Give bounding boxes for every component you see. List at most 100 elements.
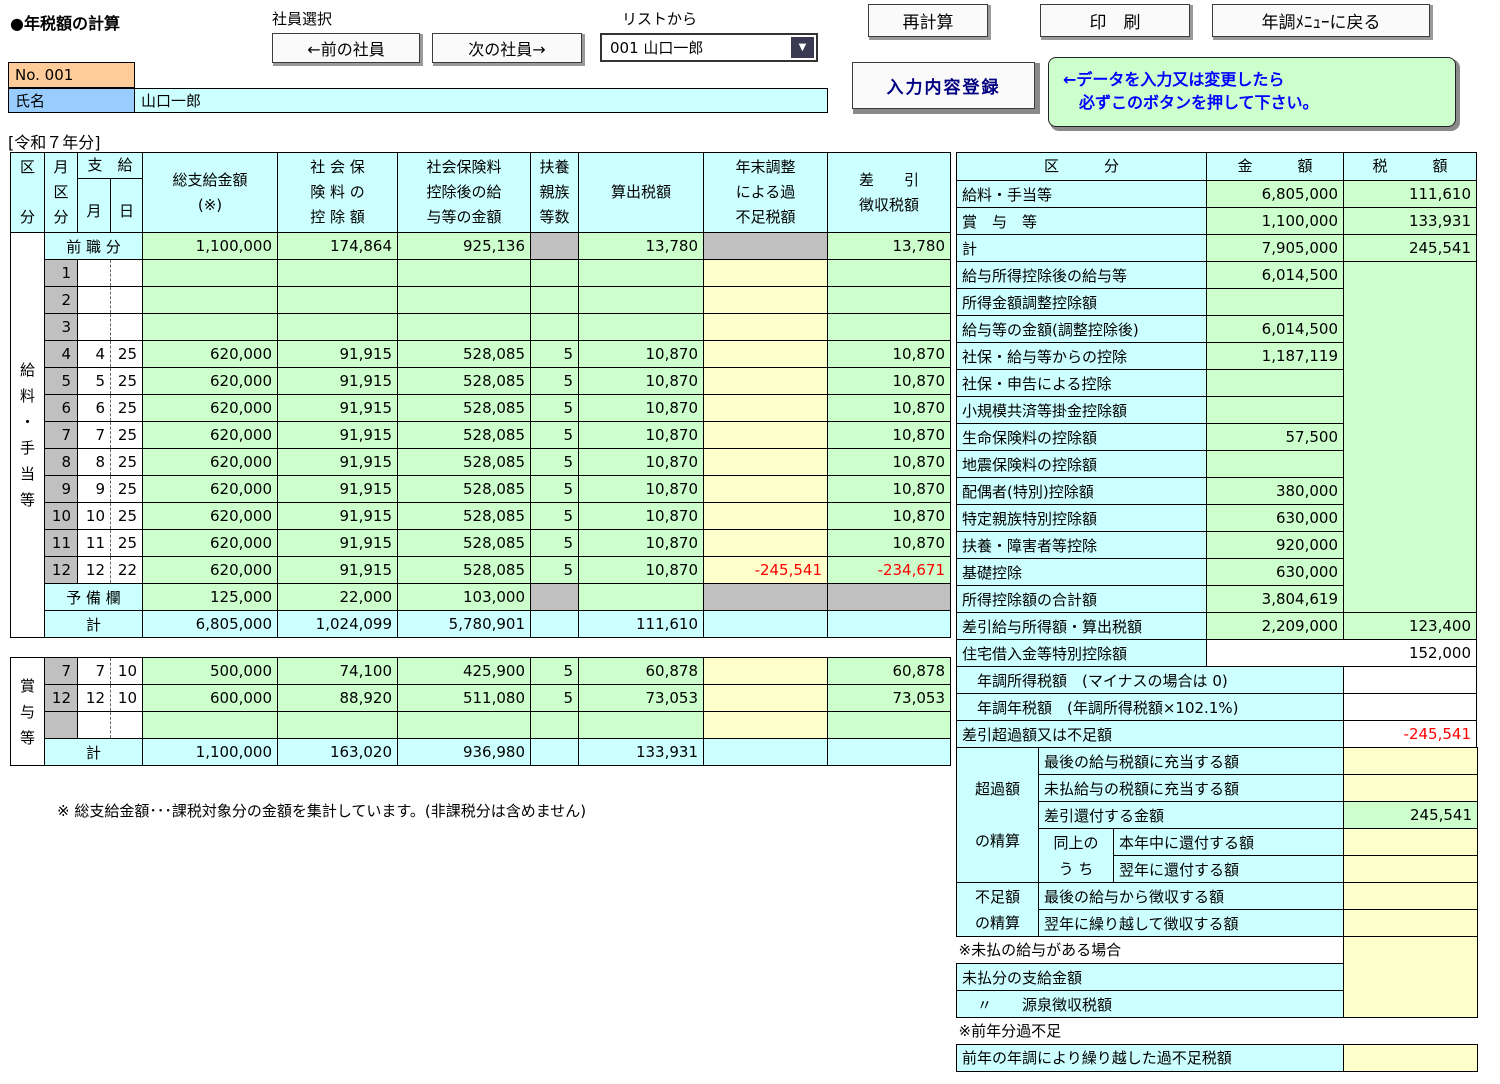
pay-day-cell[interactable]: 10 [111, 685, 143, 712]
settlement-value-cell[interactable] [1344, 775, 1478, 802]
insurance-deduction-cell[interactable]: 91,915 [278, 557, 398, 584]
pay-day-cell[interactable]: 25 [111, 449, 143, 476]
gross-amount-cell[interactable]: 620,000 [143, 422, 278, 449]
recalculate-button[interactable]: 再計算 [868, 4, 988, 37]
pay-day-cell[interactable]: 25 [111, 422, 143, 449]
pay-month-cell[interactable]: 12 [78, 557, 111, 584]
gross-amount-cell[interactable]: 620,000 [143, 449, 278, 476]
dependents-count-cell[interactable]: 5 [531, 449, 579, 476]
pay-day-cell[interactable]: 25 [111, 503, 143, 530]
gross-amount-cell[interactable]: 125,000 [143, 584, 278, 611]
dependents-count-cell[interactable] [531, 287, 579, 314]
pay-month-cell[interactable] [78, 260, 111, 287]
gross-amount-cell[interactable] [143, 287, 278, 314]
insurance-deduction-cell[interactable]: 88,920 [278, 685, 398, 712]
dependents-count-cell[interactable]: 5 [531, 530, 579, 557]
pay-day-cell[interactable] [111, 260, 143, 287]
pay-month-cell[interactable] [78, 287, 111, 314]
summary-row: 住宅借入金等特別控除額152,000 [957, 640, 1477, 667]
register-input-button[interactable]: 入力内容登録 [852, 62, 1035, 109]
dependents-count-cell[interactable] [531, 712, 579, 739]
settlement-value-cell[interactable] [1344, 856, 1478, 883]
dependents-count-cell[interactable]: 5 [531, 368, 579, 395]
insurance-deduction-cell[interactable]: 91,915 [278, 476, 398, 503]
gross-amount-cell[interactable]: 620,000 [143, 395, 278, 422]
dependents-count-cell[interactable]: 5 [531, 476, 579, 503]
next-employee-button[interactable]: 次の社員→ [432, 33, 582, 63]
print-button[interactable]: 印 刷 [1040, 4, 1190, 37]
pay-day-cell[interactable] [111, 314, 143, 341]
insurance-deduction-cell[interactable]: 91,915 [278, 395, 398, 422]
pay-day-cell[interactable] [111, 712, 143, 739]
pay-month-cell[interactable]: 4 [78, 341, 111, 368]
pay-day-cell[interactable]: 25 [111, 530, 143, 557]
insurance-deduction-cell[interactable]: 91,915 [278, 530, 398, 557]
pay-day-cell[interactable]: 25 [111, 368, 143, 395]
pay-month-cell[interactable]: 10 [78, 503, 111, 530]
gross-amount-cell[interactable] [143, 712, 278, 739]
pay-day-cell[interactable]: 10 [111, 658, 143, 685]
gross-amount-cell[interactable]: 620,000 [143, 557, 278, 584]
dependents-count-cell[interactable] [531, 260, 579, 287]
pay-month-cell[interactable]: 12 [78, 685, 111, 712]
pay-month-cell[interactable]: 8 [78, 449, 111, 476]
table-row: 121222620,00091,915528,085510,870-245,54… [11, 557, 951, 584]
gross-amount-cell[interactable] [143, 314, 278, 341]
dependents-count-cell[interactable]: 5 [531, 658, 579, 685]
insurance-deduction-cell[interactable] [278, 260, 398, 287]
settlement-value-cell[interactable] [1344, 829, 1478, 856]
dependents-count-cell[interactable]: 5 [531, 503, 579, 530]
pay-day-cell[interactable]: 25 [111, 341, 143, 368]
pay-month-cell[interactable]: 6 [78, 395, 111, 422]
pay-day-cell[interactable]: 22 [111, 557, 143, 584]
employee-dropdown[interactable]: 001 山口一郎 ▼ [600, 33, 818, 62]
gross-amount-cell[interactable]: 620,000 [143, 368, 278, 395]
insurance-deduction-cell[interactable] [278, 287, 398, 314]
dependents-count-cell[interactable]: 5 [531, 422, 579, 449]
prev-employee-button[interactable]: ←前の社員 [272, 33, 420, 63]
pay-month-cell[interactable]: 5 [78, 368, 111, 395]
gross-amount-cell[interactable]: 600,000 [143, 685, 278, 712]
insurance-deduction-cell[interactable] [278, 712, 398, 739]
insurance-deduction-cell[interactable]: 22,000 [278, 584, 398, 611]
dependents-count-cell[interactable]: 5 [531, 685, 579, 712]
gross-amount-cell[interactable]: 620,000 [143, 476, 278, 503]
chevron-down-icon[interactable]: ▼ [791, 37, 814, 58]
pay-month-cell[interactable]: 9 [78, 476, 111, 503]
insurance-deduction-cell[interactable]: 174,864 [278, 233, 398, 260]
insurance-deduction-cell[interactable]: 91,915 [278, 422, 398, 449]
back-to-menu-button[interactable]: 年調ﾒﾆｭｰに戻る [1212, 4, 1430, 37]
prev-year-value-cell[interactable] [1344, 1044, 1478, 1071]
dependents-count-cell[interactable]: 5 [531, 557, 579, 584]
summary-label: 地震保険料の控除額 [957, 451, 1207, 478]
pay-month-cell[interactable]: 11 [78, 530, 111, 557]
gross-amount-cell[interactable]: 620,000 [143, 503, 278, 530]
dependents-count-cell[interactable]: 5 [531, 395, 579, 422]
gross-amount-cell[interactable]: 620,000 [143, 530, 278, 557]
pay-month-cell[interactable] [78, 314, 111, 341]
insurance-deduction-cell[interactable]: 91,915 [278, 503, 398, 530]
dependents-count-cell[interactable] [531, 314, 579, 341]
insurance-deduction-cell[interactable]: 74,100 [278, 658, 398, 685]
pay-month-cell[interactable]: 7 [78, 422, 111, 449]
pay-month-cell[interactable]: 7 [78, 658, 111, 685]
pay-day-cell[interactable]: 25 [111, 395, 143, 422]
pay-month-cell[interactable] [78, 712, 111, 739]
dependents-count-cell[interactable]: 5 [531, 341, 579, 368]
settlement-value-cell[interactable] [1344, 748, 1478, 775]
settlement-value-cell[interactable] [1344, 910, 1478, 937]
insurance-deduction-cell[interactable] [278, 314, 398, 341]
settlement-value-cell[interactable] [1344, 883, 1478, 910]
net-withheld-tax-cell: 10,870 [828, 395, 951, 422]
gross-amount-cell[interactable]: 500,000 [143, 658, 278, 685]
pay-day-cell[interactable]: 25 [111, 476, 143, 503]
gross-amount-cell[interactable] [143, 260, 278, 287]
pay-day-cell[interactable] [111, 287, 143, 314]
name-value-field[interactable]: 山口一郎 [134, 88, 828, 113]
gross-amount-cell[interactable]: 1,100,000 [143, 233, 278, 260]
insurance-deduction-cell[interactable]: 91,915 [278, 341, 398, 368]
insurance-deduction-cell[interactable]: 91,915 [278, 449, 398, 476]
unpaid-value-cell[interactable] [1344, 937, 1478, 1018]
gross-amount-cell[interactable]: 620,000 [143, 341, 278, 368]
insurance-deduction-cell[interactable]: 91,915 [278, 368, 398, 395]
